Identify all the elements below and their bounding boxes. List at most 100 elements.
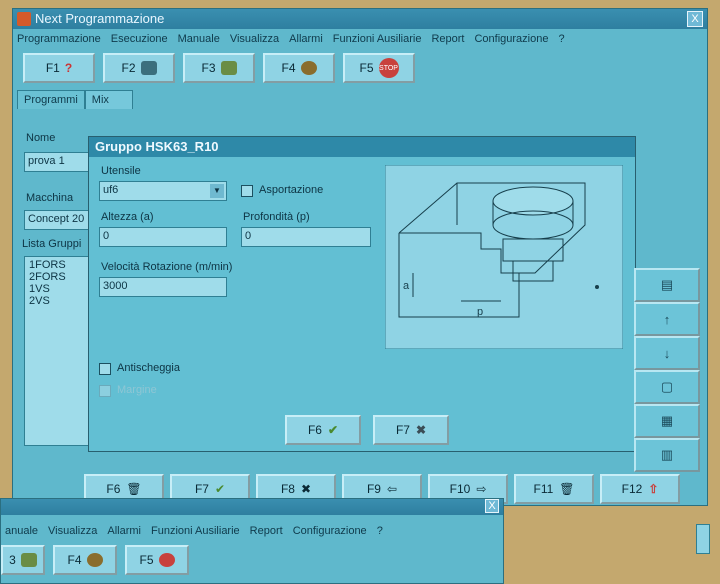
arrow-right-icon: ⇨ xyxy=(476,482,487,496)
list-item[interactable]: 2FORS xyxy=(29,271,85,283)
menu-manuale[interactable]: anuale xyxy=(5,525,38,537)
side-move-up-button[interactable]: ↑ xyxy=(634,302,700,336)
diagram-a-label: a xyxy=(403,280,410,292)
list-icon: ▥ xyxy=(660,447,674,462)
f5-button[interactable]: F5 xyxy=(125,545,189,575)
utensile-label: Utensile xyxy=(101,165,141,177)
menu-manuale[interactable]: Manuale xyxy=(178,33,220,45)
velocita-label: Velocità Rotazione (m/min) xyxy=(101,261,233,273)
menu-help[interactable]: ? xyxy=(377,525,383,537)
utensile-select[interactable]: uf6 ▼ xyxy=(99,181,227,201)
side-new-button[interactable]: ▢ xyxy=(634,370,700,404)
altezza-label: Altezza (a) xyxy=(101,211,154,223)
side-list-button[interactable]: ▥ xyxy=(634,438,700,472)
stop-icon: STOP xyxy=(378,58,399,78)
new-page-icon: ▢ xyxy=(660,379,674,394)
f4-button[interactable]: F4 xyxy=(263,53,335,83)
second-window: X anuale Visualizza Allarmi Funzioni Aus… xyxy=(0,498,504,584)
menu-report[interactable]: Report xyxy=(431,33,464,45)
second-title-bar: X xyxy=(1,499,503,515)
menu-funzioni-ausiliarie[interactable]: Funzioni Ausiliarie xyxy=(333,33,422,45)
ok-button[interactable]: F6 ✔ xyxy=(285,415,361,445)
close-button[interactable]: X xyxy=(687,11,703,27)
f4-button[interactable]: F4 xyxy=(53,545,117,575)
macchina-label: Macchina xyxy=(26,192,74,204)
scrollbar[interactable] xyxy=(696,524,710,554)
velocita-input[interactable]: 3000 xyxy=(99,277,227,297)
trash-icon: 🗑 xyxy=(126,482,142,496)
arrow-up-icon: ⇧ xyxy=(648,482,659,496)
margine-checkbox xyxy=(99,385,111,397)
menu-bar: Programmazione Esecuzione Manuale Visual… xyxy=(13,29,707,49)
menu-funzioni-ausiliarie[interactable]: Funzioni Ausiliarie xyxy=(151,525,240,537)
menu-report[interactable]: Report xyxy=(250,525,283,537)
altezza-input[interactable]: 0 xyxy=(99,227,227,247)
arrow-left-icon: ⇦ xyxy=(386,482,398,496)
antischeggia-checkbox[interactable] xyxy=(99,363,111,375)
tab-mix[interactable]: Mix xyxy=(84,90,133,109)
second-menu-bar: anuale Visualizza Allarmi Funzioni Ausil… xyxy=(1,521,503,541)
trash-icon: 🗑 xyxy=(559,482,575,496)
list-item[interactable]: 2VS xyxy=(29,295,85,307)
profondita-input[interactable]: 0 xyxy=(241,227,371,247)
tool-icon xyxy=(20,553,37,567)
menu-configurazione[interactable]: Configurazione xyxy=(474,33,548,45)
f5-button[interactable]: F5 STOP xyxy=(343,53,415,83)
macchina-field[interactable]: Concept 20 xyxy=(24,210,90,230)
asportazione-label: Asportazione xyxy=(259,184,324,196)
cancel-button[interactable]: F7 ✖ xyxy=(373,415,449,445)
app-icon xyxy=(17,12,31,26)
f2-button[interactable]: F2 xyxy=(103,53,175,83)
menu-esecuzione[interactable]: Esecuzione xyxy=(111,33,168,45)
gruppo-dialog: Gruppo HSK63_R10 Utensile uf6 ▼ Asportaz… xyxy=(88,136,636,452)
gruppi-list[interactable]: 1FORS 2FORS 1VS 2VS xyxy=(24,256,90,446)
f1-button[interactable]: F1 ? xyxy=(23,53,95,83)
second-fkey-toolbar: 3 F4 F5 xyxy=(1,541,503,579)
menu-allarmi[interactable]: Allarmi xyxy=(289,33,323,45)
copy-icon: ▦ xyxy=(660,413,674,428)
f3-button[interactable]: F3 xyxy=(183,53,255,83)
nome-field[interactable]: prova 1 xyxy=(24,152,90,172)
close-icon: ✖ xyxy=(300,482,312,496)
menu-programmazione[interactable]: Programmazione xyxy=(17,33,101,45)
f11-bottom-button[interactable]: F11 🗑 xyxy=(514,474,594,504)
stop-icon xyxy=(158,553,175,567)
tab-programmi[interactable]: Programmi xyxy=(17,90,85,109)
machine-icon xyxy=(140,61,157,75)
second-close-button[interactable]: X xyxy=(485,499,499,513)
alarm-clock-icon xyxy=(86,553,103,567)
menu-allarmi[interactable]: Allarmi xyxy=(107,525,141,537)
diagram-p-label: p xyxy=(477,306,483,318)
profondita-label: Profondità (p) xyxy=(243,211,310,223)
alarm-clock-icon xyxy=(300,61,317,75)
save-icon: ▤ xyxy=(660,277,674,292)
list-item[interactable]: 1FORS xyxy=(29,259,85,271)
list-item[interactable]: 1VS xyxy=(29,283,85,295)
menu-visualizza[interactable]: Visualizza xyxy=(230,33,279,45)
window-title: Next Programmazione xyxy=(35,11,165,26)
side-copy-button[interactable]: ▦ xyxy=(634,404,700,438)
f3-button[interactable]: 3 xyxy=(1,545,45,575)
side-save-button[interactable]: ▤ xyxy=(634,268,700,302)
menu-configurazione[interactable]: Configurazione xyxy=(293,525,367,537)
antischeggia-label: Antischeggia xyxy=(117,362,180,374)
side-move-down-button[interactable]: ↓ xyxy=(634,336,700,370)
checkmark-icon: ✔ xyxy=(327,423,339,437)
f12-bottom-button[interactable]: F12 ⇧ xyxy=(600,474,680,504)
margine-label: Margine xyxy=(117,384,157,396)
title-bar: Next Programmazione X xyxy=(13,9,707,29)
asportazione-checkbox[interactable] xyxy=(241,185,253,197)
arrow-up-icon: ↑ xyxy=(663,311,671,327)
help-icon: ? xyxy=(64,61,73,75)
tool-icon xyxy=(220,61,237,75)
dialog-title: Gruppo HSK63_R10 xyxy=(89,137,635,157)
close-icon: ✖ xyxy=(415,423,427,437)
menu-visualizza[interactable]: Visualizza xyxy=(48,525,97,537)
arrow-down-icon: ↓ xyxy=(663,345,671,361)
menu-help[interactable]: ? xyxy=(558,33,564,45)
chevron-down-icon[interactable]: ▼ xyxy=(210,184,224,198)
tab-strip: Programmi Mix xyxy=(13,87,707,109)
lista-gruppi-label: Lista Gruppi xyxy=(22,238,82,250)
nome-label: Nome xyxy=(26,132,56,144)
tool-diagram: a p xyxy=(385,165,623,349)
